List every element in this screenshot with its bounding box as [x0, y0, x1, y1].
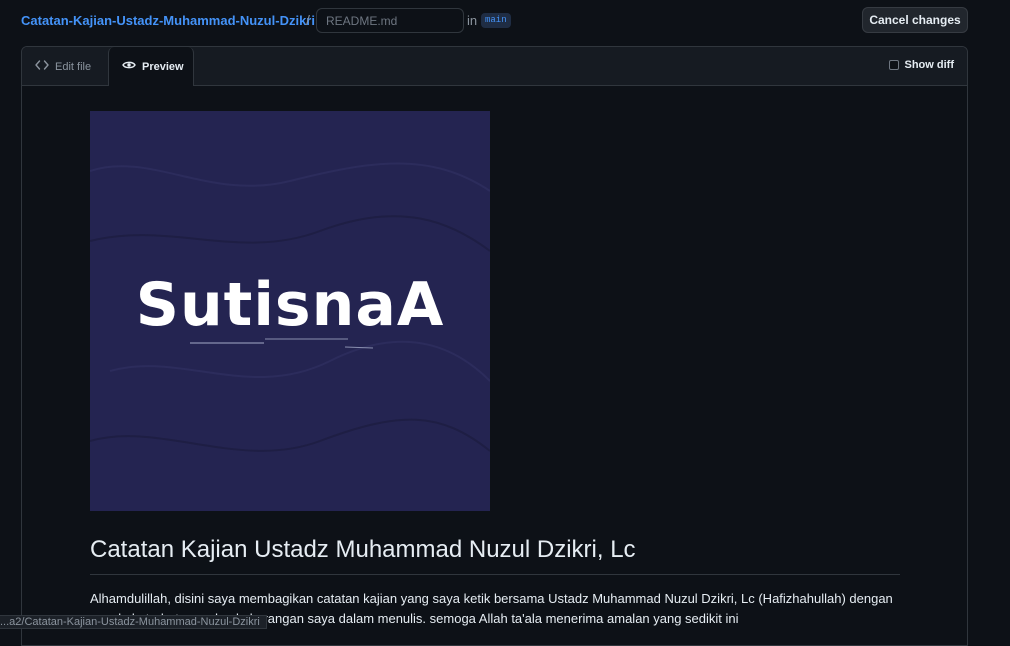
preview-content: SutisnaA Catatan Kajian Ustadz Muhammad …	[22, 86, 967, 645]
branch-badge[interactable]: main	[481, 13, 511, 28]
in-label: in	[467, 13, 478, 28]
banner-title: SutisnaA	[135, 270, 445, 340]
show-diff-checkbox[interactable]	[888, 60, 899, 70]
readme-heading: Catatan Kajian Ustadz Muhammad Nuzul Dzi…	[90, 536, 900, 575]
tab-preview[interactable]: Preview	[108, 47, 194, 87]
tab-preview-label: Preview	[142, 60, 184, 73]
eye-icon	[122, 60, 136, 73]
file-editor-header: Catatan-Kajian-Ustadz-Muhammad-Nuzul-Dzi…	[0, 0, 1010, 40]
tab-edit-file[interactable]: Edit file	[35, 47, 91, 86]
readme-banner-image: SutisnaA	[90, 111, 490, 511]
code-icon	[35, 60, 49, 73]
tab-edit-file-label: Edit file	[55, 60, 92, 73]
show-diff-toggle[interactable]: Show diff	[888, 59, 955, 71]
path-separator: /	[306, 12, 310, 28]
editor-panel: Edit file Preview Show diff SutisnaA Cat…	[21, 46, 968, 646]
cancel-changes-button[interactable]: Cancel changes	[862, 7, 968, 33]
editor-tabbar: Edit file Preview Show diff	[22, 47, 967, 87]
show-diff-label: Show diff	[904, 59, 955, 71]
repo-link[interactable]: Catatan-Kajian-Ustadz-Muhammad-Nuzul-Dzi…	[21, 13, 315, 28]
filename-input[interactable]	[316, 8, 464, 33]
status-bar-url: ...a2/Catatan-Kajian-Ustadz-Muhammad-Nuz…	[0, 615, 267, 629]
